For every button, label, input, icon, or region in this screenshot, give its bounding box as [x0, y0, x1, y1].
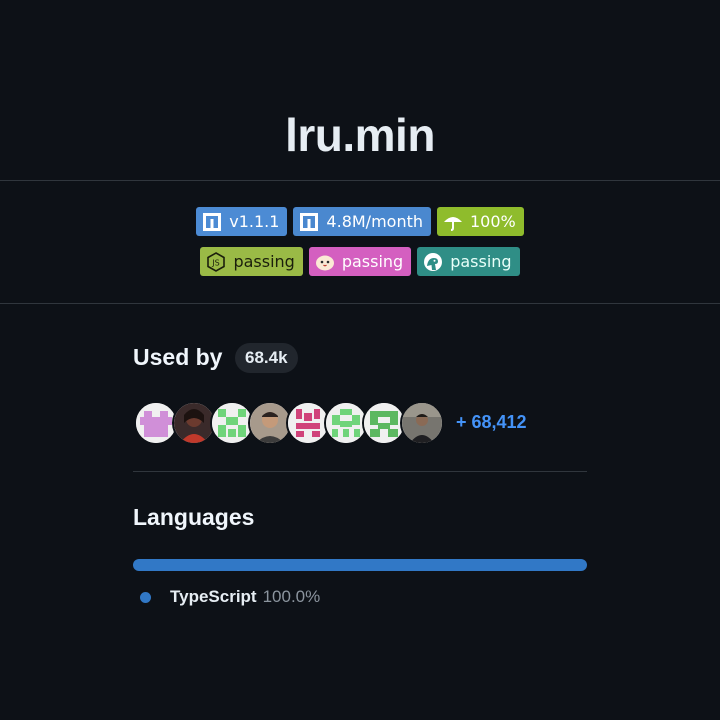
repo-title: lru.min — [285, 109, 435, 161]
deno-ci-badge[interactable]: passing — [417, 247, 520, 276]
badge-label: v1.1.1 — [229, 212, 280, 231]
language-item-typescript[interactable]: TypeScript 100.0% — [140, 587, 320, 607]
more-dependents-link[interactable]: + 68,412 — [456, 412, 527, 433]
npm-icon — [299, 212, 319, 232]
npm-downloads-badge[interactable]: 4.8M/month — [293, 207, 431, 236]
badge-label: 100% — [470, 212, 516, 231]
bun-icon — [315, 252, 335, 272]
language-progress-bar — [133, 559, 587, 571]
divider — [0, 180, 720, 181]
badge-row: JS passing passing passing — [0, 247, 720, 276]
coverage-umbrella-icon — [443, 212, 463, 232]
svg-text:JS: JS — [212, 258, 220, 267]
badge-label: 4.8M/month — [326, 212, 423, 231]
language-percent: 100.0% — [262, 587, 321, 606]
languages-heading: Languages — [133, 504, 255, 530]
badge-row: v1.1.1 4.8M/month 100% — [0, 207, 720, 236]
repo-sidebar-page: lru.min v1.1.1 4.8M/month 100% JS passin… — [0, 0, 720, 720]
nodejs-ci-badge[interactable]: JS passing — [200, 247, 303, 276]
divider — [0, 303, 720, 304]
divider — [133, 471, 587, 472]
nodejs-icon: JS — [206, 251, 226, 272]
used-by-count-badge: 68.4k — [235, 343, 298, 373]
language-name: TypeScript — [170, 587, 257, 606]
dependents-avatar-list — [134, 401, 444, 445]
bun-ci-badge[interactable]: passing — [308, 247, 412, 276]
badge-label: passing — [341, 252, 404, 271]
badge-label: passing — [450, 252, 512, 271]
npm-icon — [202, 212, 222, 232]
coverage-badge[interactable]: 100% — [437, 207, 524, 236]
deno-icon — [423, 252, 443, 272]
avatar[interactable] — [400, 401, 444, 445]
npm-version-badge[interactable]: v1.1.1 — [196, 207, 288, 236]
badge-label: passing — [233, 252, 295, 271]
used-by-heading[interactable]: Used by — [133, 344, 222, 371]
language-color-dot — [140, 591, 151, 603]
